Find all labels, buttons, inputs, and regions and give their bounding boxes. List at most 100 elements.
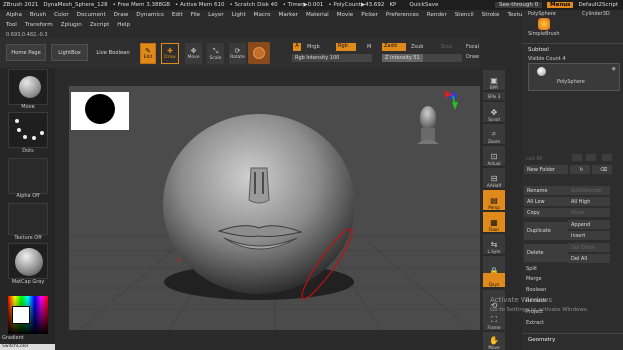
menu-document[interactable]: Document <box>77 10 106 20</box>
tool-cylinder[interactable]: Cylinder3D <box>582 11 610 17</box>
subtool-heading[interactable]: Subtool <box>528 47 549 53</box>
gradient-label[interactable]: Gradient <box>2 335 32 341</box>
del-other-button[interactable]: Del Other <box>568 243 610 252</box>
texture-thumbnail[interactable] <box>8 203 48 235</box>
quicksave-button[interactable]: QuickSave <box>409 2 438 8</box>
delete-button[interactable]: Delete <box>524 244 568 262</box>
menu-help[interactable]: Help <box>117 20 130 30</box>
menu-macro[interactable]: Macro <box>254 10 271 20</box>
simplebrush-icon[interactable] <box>538 18 550 30</box>
menu-draw[interactable]: Draw <box>114 10 129 20</box>
draw-button[interactable]: ✚ Draw <box>161 43 179 64</box>
bpr-button[interactable]: ▣ BPR <box>483 70 505 90</box>
draw-size-label[interactable]: Draw <box>466 54 479 60</box>
menu-marker[interactable]: Marker <box>279 10 298 20</box>
zsub-toggle[interactable]: Zsub <box>411 44 423 50</box>
extract-menu[interactable]: Extract <box>526 320 544 326</box>
switch-color-button[interactable]: SwitchColor <box>0 344 55 350</box>
arrow-down-button[interactable] <box>586 154 596 161</box>
see-through-slider[interactable]: See-through 0 <box>495 2 543 8</box>
navigation-head-gizmo[interactable] <box>417 106 439 144</box>
menu-alpha[interactable]: Alpha <box>6 10 22 20</box>
autoreorder-button[interactable]: AutoReorder <box>568 186 610 195</box>
focal-shift-label[interactable]: Focal <box>466 44 479 50</box>
visible-count[interactable]: Visible Count 4 <box>528 56 566 62</box>
menu-picker[interactable]: Picker <box>361 10 378 20</box>
home-page-button[interactable]: Home Page <box>6 44 46 61</box>
rgb-toggle[interactable]: Rgb <box>336 43 356 51</box>
color-picker[interactable] <box>8 296 48 334</box>
menu-layer[interactable]: Layer <box>208 10 224 20</box>
axis-gizmo[interactable] <box>445 90 458 110</box>
menu-light[interactable]: Light <box>232 10 246 20</box>
duplicate-button[interactable]: Duplicate <box>524 222 568 240</box>
menus-button[interactable]: Menus <box>547 2 574 8</box>
frame-button[interactable]: ⛶ Frame <box>483 310 505 330</box>
floor-button[interactable]: ▦ Floor <box>483 212 505 232</box>
refresh-icon[interactable]: ↻ <box>570 165 590 174</box>
zoom-button[interactable]: ⌕ Zoom <box>483 124 505 144</box>
zadd-toggle[interactable]: Zadd <box>382 43 406 51</box>
menu-file[interactable]: File <box>191 10 200 20</box>
eye-icon[interactable]: ◉ <box>612 66 616 72</box>
live-boolean-button[interactable]: Live Boolean <box>93 44 133 61</box>
spix-slider[interactable]: SPix 3 <box>483 92 505 100</box>
m-toggle[interactable]: M <box>367 44 371 50</box>
stroke-thumbnail[interactable] <box>8 112 48 148</box>
move-view-button[interactable]: ✋ Move <box>483 332 505 350</box>
boolean-menu[interactable]: Boolean <box>526 287 546 293</box>
edit-button[interactable]: ✎ Edit <box>140 43 156 64</box>
rgb-intensity-slider[interactable]: Rgb Intensity 100 <box>292 54 372 62</box>
alpha-thumbnail[interactable] <box>8 158 48 194</box>
tool-simplebrush[interactable]: SimpleBrush <box>528 31 560 37</box>
tool-polysphere[interactable]: PolySphere <box>528 11 556 17</box>
append-button[interactable]: Append <box>568 220 610 229</box>
arrow-up-button[interactable] <box>572 154 582 161</box>
merge-menu[interactable]: Merge <box>526 276 542 282</box>
rotate-button[interactable]: ⟳ Rotate <box>229 43 246 64</box>
scale-button[interactable]: ⤡ Scale <box>207 43 224 64</box>
menu-transform[interactable]: Transform <box>25 20 53 30</box>
subtool-item-polysphere[interactable]: PolySphere ◉ <box>528 63 620 91</box>
menu-preferences[interactable]: Preferences <box>386 10 419 20</box>
zcut-toggle[interactable]: Zcut <box>441 44 452 50</box>
script-name[interactable]: Default2Script <box>578 2 618 8</box>
menu-render[interactable]: Render <box>427 10 447 20</box>
list-all-button[interactable]: List All <box>526 156 543 162</box>
insert-button[interactable]: Insert <box>568 231 610 240</box>
menu-movie[interactable]: Movie <box>337 10 354 20</box>
material-swatch[interactable] <box>248 42 270 64</box>
lsym-button[interactable]: ⇆ L.Sym <box>483 234 505 254</box>
menu-stencil[interactable]: Stencil <box>455 10 474 20</box>
menu-material[interactable]: Material <box>306 10 329 20</box>
geometry-heading[interactable]: Geometry <box>528 337 555 343</box>
menu-dynamics[interactable]: Dynamics <box>136 10 164 20</box>
paste-button[interactable]: Paste <box>568 208 610 217</box>
menu-stroke[interactable]: Stroke <box>482 10 500 20</box>
actual-button[interactable]: ⊡ Actual <box>483 146 505 166</box>
menu-tool[interactable]: Tool <box>6 20 17 30</box>
a-toggle[interactable]: A <box>293 43 301 51</box>
del-all-button[interactable]: Del All <box>568 254 610 263</box>
scroll-button[interactable]: ✥ Scroll <box>483 102 505 122</box>
all-high-button[interactable]: All High <box>568 197 610 206</box>
all-low-button[interactable]: All Low <box>524 197 568 206</box>
menu-zscript[interactable]: Zscript <box>90 20 109 30</box>
new-folder-button[interactable]: New Folder <box>524 165 568 174</box>
mrgb-toggle[interactable]: Mrgb <box>307 44 320 50</box>
brush-thumbnail[interactable] <box>8 69 48 105</box>
material-thumbnail[interactable] <box>8 243 48 279</box>
viewport-canvas[interactable] <box>69 86 481 330</box>
trash-icon[interactable]: ⌫ <box>592 165 612 174</box>
menu-edit[interactable]: Edit <box>172 10 183 20</box>
settings-small-button[interactable] <box>602 154 612 161</box>
copy-button[interactable]: Copy <box>524 208 568 217</box>
lightbox-button[interactable]: LightBox <box>51 44 88 61</box>
rename-button[interactable]: Rename <box>524 186 568 195</box>
menu-zplugin[interactable]: Zplugin <box>61 20 82 30</box>
menu-brush[interactable]: Brush <box>30 10 46 20</box>
move-button[interactable]: ✥ Move <box>185 43 202 64</box>
xyz-button[interactable]: Qxyz <box>483 273 505 287</box>
z-intensity-slider[interactable]: Z Intensity 51 <box>382 54 462 62</box>
split-menu[interactable]: Split <box>526 266 537 272</box>
